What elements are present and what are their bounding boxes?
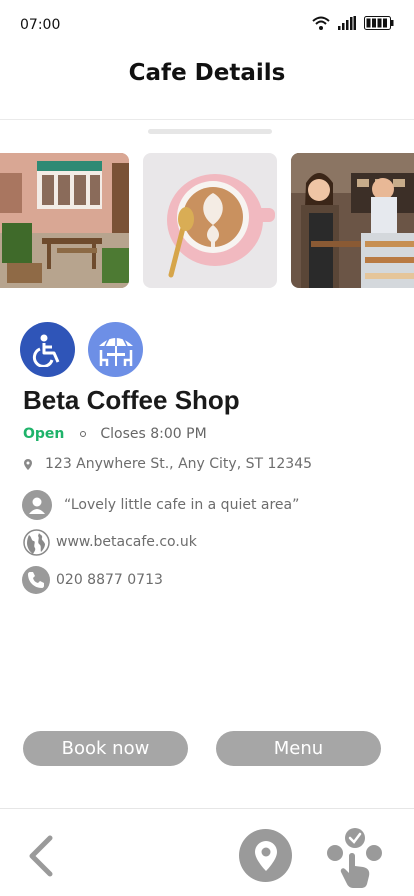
description-text: “Lovely little cafe in a quiet area” bbox=[64, 497, 300, 513]
latte-art-photo[interactable] bbox=[143, 153, 277, 288]
outdoor-seating-icon bbox=[88, 322, 143, 377]
hours-row: Open Closes 8:00 PM bbox=[23, 426, 207, 442]
tap-select-icon[interactable] bbox=[322, 825, 384, 889]
address-row[interactable]: 123 Anywhere St., Any City, ST 12345 bbox=[22, 456, 312, 472]
cafe-name: Beta Coffee Shop bbox=[23, 385, 240, 415]
website-link[interactable]: www.betacafe.co.uk bbox=[56, 534, 197, 550]
battery-icon bbox=[364, 16, 394, 35]
phone-row[interactable]: 020 8877 0713 bbox=[22, 566, 163, 594]
open-status: Open bbox=[23, 426, 65, 442]
book-now-button[interactable]: Book now bbox=[23, 731, 188, 766]
menu-button[interactable]: Menu bbox=[216, 731, 381, 766]
photo-gallery[interactable] bbox=[0, 153, 414, 288]
closing-time: Closes 8:00 PM bbox=[100, 426, 207, 442]
wifi-icon bbox=[312, 16, 330, 35]
address-text: 123 Anywhere St., Any City, ST 12345 bbox=[45, 456, 313, 472]
separator-dot-icon bbox=[80, 431, 87, 437]
signal-icon bbox=[338, 16, 356, 35]
header: Cafe Details bbox=[0, 50, 414, 120]
status-time: 07:00 bbox=[20, 17, 61, 33]
phone-icon bbox=[22, 566, 50, 594]
cafe-exterior-photo[interactable] bbox=[0, 153, 129, 288]
phone-number[interactable]: 020 8877 0713 bbox=[56, 572, 163, 588]
status-bar: 07:00 bbox=[0, 0, 414, 50]
description-row: “Lovely little cafe in a quiet area” bbox=[22, 490, 299, 520]
user-icon bbox=[22, 490, 52, 520]
baristas-counter-photo[interactable] bbox=[291, 153, 414, 288]
back-icon[interactable] bbox=[20, 831, 60, 881]
bottom-nav bbox=[0, 808, 414, 896]
website-row[interactable]: www.betacafe.co.uk bbox=[22, 528, 197, 556]
map-pin-icon[interactable] bbox=[239, 829, 292, 882]
scroll-handle[interactable] bbox=[148, 129, 272, 134]
location-pin-icon bbox=[23, 458, 33, 470]
globe-icon bbox=[22, 528, 50, 556]
status-icons bbox=[312, 16, 394, 35]
page-title: Cafe Details bbox=[128, 60, 286, 86]
wheelchair-icon bbox=[20, 322, 75, 377]
